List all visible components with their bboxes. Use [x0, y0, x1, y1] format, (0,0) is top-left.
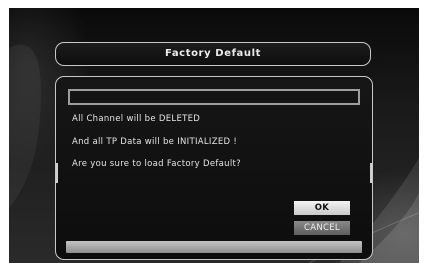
confirm-question: Are you sure to load Factory Default?	[72, 159, 241, 169]
warning-tp-data-initialized: And all TP Data will be INITIALIZED !	[72, 137, 238, 147]
confirmation-dialog: All Channel will be DELETED And all TP D…	[55, 76, 373, 260]
warning-channels-deleted: All Channel will be DELETED	[72, 114, 201, 124]
dialog-title: Factory Default	[55, 42, 371, 66]
tv-screen: Factory Default All Channel will be DELE…	[9, 8, 419, 263]
message-input-field[interactable]	[68, 89, 360, 105]
dialog-side-marker-left	[56, 163, 58, 183]
cancel-button[interactable]: CANCEL	[294, 221, 350, 235]
dialog-side-marker-right	[370, 163, 372, 183]
dialog-footer-bar	[66, 241, 362, 253]
ok-button[interactable]: OK	[294, 201, 350, 215]
